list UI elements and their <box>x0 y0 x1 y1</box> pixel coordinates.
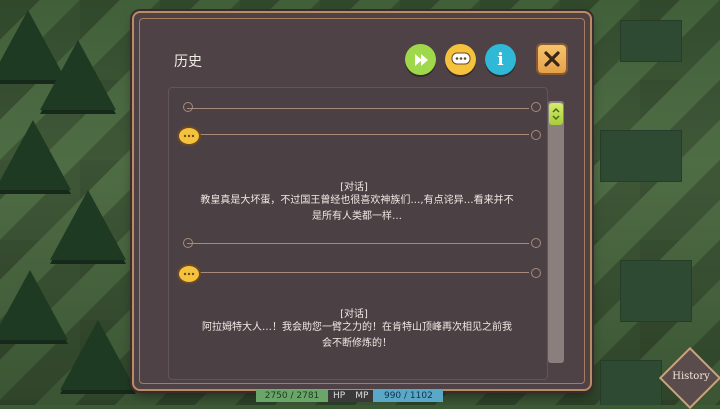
scroll-thumb[interactable] <box>549 103 563 125</box>
entry-text: 教皇真是大坏蛋，不过国王曾经也很喜欢神族们…,有点诧异…看来并不 是所有人类都一… <box>200 195 514 222</box>
history-list[interactable]: [对话] 教皇真是大坏蛋，不过国王曾经也很喜欢神族们…,有点诧异…看来并不 是所… <box>168 87 548 380</box>
status-bar: 2750 / 2781 HP MP 990 / 1102 <box>256 390 444 402</box>
panel-title: 历史 <box>174 54 202 70</box>
dialogue-bubble-icon <box>177 264 201 284</box>
scroll-arrows-icon <box>552 107 560 121</box>
hp-label: HP <box>328 390 351 402</box>
scrollbar[interactable] <box>548 101 564 363</box>
hp-value: 2750 / 2781 <box>256 390 328 402</box>
ornament <box>531 268 541 278</box>
mp-label: MP <box>350 390 374 402</box>
tree <box>0 120 71 190</box>
list-item: [对话] 教皇真是大坏蛋，不过国王曾经也很喜欢神族们…,有点诧异…看来并不 是所… <box>177 126 541 248</box>
terrain-block <box>600 130 682 182</box>
info-button[interactable]: i <box>485 44 516 75</box>
ornament <box>183 238 193 248</box>
list-item <box>179 88 541 116</box>
ornament <box>183 102 193 112</box>
ornament <box>531 130 541 140</box>
terrain-block <box>620 260 692 322</box>
tree <box>40 40 116 110</box>
history-button-label[interactable]: History <box>668 371 714 382</box>
info-icon: i <box>497 49 504 70</box>
ornament <box>531 238 541 248</box>
mp-value: 990 / 1102 <box>373 390 444 402</box>
entry-tag: [对话] <box>340 309 368 320</box>
list-item: [对话] 阿拉姆特大人…！我会助您一臂之力的！在肯特山顶峰再次相见之前我 会不断… <box>177 264 541 379</box>
dialogue-bubble-icon <box>177 126 201 146</box>
skip-button[interactable] <box>405 44 436 75</box>
history-panel: 历史 i [对话] 教皇真是大坏蛋，不过国王曾经也很喜欢神族们…,有点诧异…看来… <box>134 13 590 389</box>
dialogue-filter-button[interactable] <box>445 44 476 75</box>
close-icon <box>544 51 560 67</box>
entry-text: 阿拉姆特大人…！我会助您一臂之力的！在肯特山顶峰再次相见之前我 会不断修炼的！ <box>202 322 512 349</box>
skip-icon <box>414 53 428 66</box>
speech-bubble-icon <box>451 52 470 64</box>
tree <box>50 190 126 260</box>
ornament <box>531 102 541 112</box>
tree <box>60 320 136 390</box>
terrain-block <box>600 360 662 405</box>
terrain-block <box>620 20 682 62</box>
tree <box>0 270 68 340</box>
entry-tag: [对话] <box>340 182 368 193</box>
entry-frame <box>187 88 529 109</box>
close-button[interactable] <box>536 43 568 75</box>
